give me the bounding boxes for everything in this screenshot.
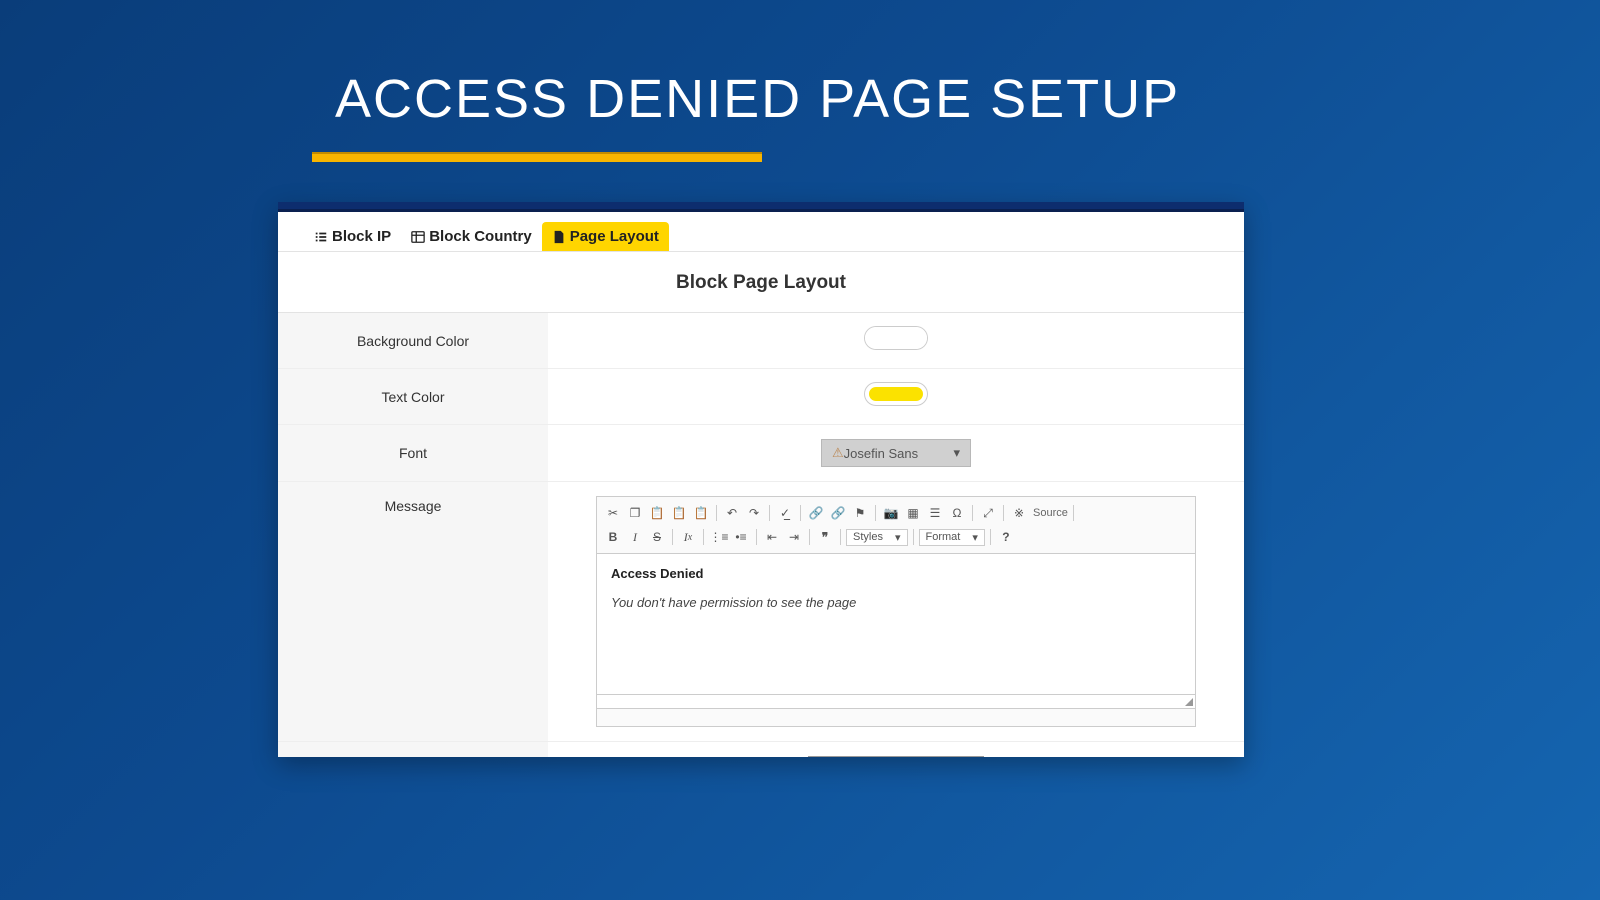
message-label: Message [278, 482, 548, 742]
maximize-icon[interactable]: ⤢ [978, 503, 998, 523]
panel-topbar [278, 202, 1244, 212]
indent-icon[interactable]: ⇥ [784, 527, 804, 547]
paste-icon[interactable]: 📋 [647, 503, 667, 523]
table-icon[interactable]: ▦ [903, 503, 923, 523]
warning-icon: ⚠ [832, 445, 844, 461]
file-picker[interactable]: Choose File No file chosen [808, 756, 983, 757]
specialchar-icon[interactable]: Ω [947, 503, 967, 523]
editor-footer [597, 694, 1195, 708]
tab-block-ip[interactable]: Block IP [304, 222, 401, 251]
tab-label: Block IP [332, 228, 391, 245]
source-label[interactable]: Source [1033, 507, 1068, 519]
tabs: Block IP Block Country Page Layout [278, 212, 1244, 252]
row-bg-image: Background Image(1600x900) Choose File N… [278, 742, 1244, 758]
tab-page-layout[interactable]: Page Layout [542, 222, 669, 251]
document-icon [552, 230, 566, 244]
tab-block-country[interactable]: Block Country [401, 222, 542, 251]
bg-color-swatch[interactable] [865, 327, 927, 349]
chevron-down-icon: ▾ [972, 531, 978, 544]
tab-label: Page Layout [570, 228, 659, 245]
cut-icon[interactable]: ✂ [603, 503, 623, 523]
list-icon [314, 230, 328, 244]
text-color-label: Text Color [278, 369, 548, 425]
styles-combo[interactable]: Styles▾ [846, 529, 908, 546]
chevron-down-icon: ▾ [895, 531, 901, 544]
row-text-color: Text Color [278, 369, 1244, 425]
row-font: Font ⚠ Josefin Sans ▾ [278, 425, 1244, 482]
blockquote-icon[interactable]: ❞ [815, 527, 835, 547]
undo-icon[interactable]: ↶ [722, 503, 742, 523]
settings-panel: Block IP Block Country Page Layout Block… [278, 202, 1244, 757]
editor-toolbar: ✂ ❐ 📋 📋 📋 ↶ ↷ ✓̲ 🔗 🔗 [597, 497, 1195, 554]
row-bg-color: Background Color [278, 313, 1244, 369]
anchor-icon[interactable]: ⚑ [850, 503, 870, 523]
removeformat-icon[interactable]: Ix [678, 527, 698, 547]
message-body-text: You don't have permission to see the pag… [611, 595, 1181, 610]
link-icon[interactable]: 🔗 [806, 503, 826, 523]
text-color-swatch[interactable] [865, 383, 927, 405]
section-title: Block Page Layout [278, 252, 1244, 313]
grid-icon [411, 230, 425, 244]
italic-icon[interactable]: I [625, 527, 645, 547]
paste-word-icon[interactable]: 📋 [691, 503, 711, 523]
redo-icon[interactable]: ↷ [744, 503, 764, 523]
resize-handle-icon[interactable] [1185, 698, 1193, 706]
format-combo[interactable]: Format▾ [919, 529, 985, 546]
form-table: Background Color Text Color Font ⚠ Josef… [278, 313, 1244, 757]
editor-body[interactable]: Access Denied You don't have permission … [597, 554, 1195, 694]
hr-icon[interactable]: ☰ [925, 503, 945, 523]
bullet-list-icon[interactable]: •≡ [731, 527, 751, 547]
outdent-icon[interactable]: ⇤ [762, 527, 782, 547]
help-icon[interactable]: ? [996, 527, 1016, 547]
page-title: ACCESS DENIED PAGE SETUP [335, 68, 1180, 130]
bold-icon[interactable]: B [603, 527, 623, 547]
chevron-down-icon: ▾ [953, 445, 960, 461]
unlink-icon[interactable]: 🔗 [828, 503, 848, 523]
bg-image-label: Background Image(1600x900) [278, 742, 548, 758]
editor-path-bar [596, 709, 1196, 727]
source-icon[interactable]: ※ [1009, 503, 1029, 523]
font-select[interactable]: ⚠ Josefin Sans ▾ [821, 439, 971, 467]
font-label: Font [278, 425, 548, 482]
bg-color-label: Background Color [278, 313, 548, 369]
numbered-list-icon[interactable]: ⋮≡ [709, 527, 729, 547]
font-value: Josefin Sans [844, 446, 918, 461]
spellcheck-icon[interactable]: ✓̲ [775, 503, 795, 523]
message-title-text: Access Denied [611, 566, 1181, 581]
image-icon[interactable]: 📷 [881, 503, 901, 523]
rich-text-editor: ✂ ❐ 📋 📋 📋 ↶ ↷ ✓̲ 🔗 🔗 [596, 496, 1196, 709]
copy-icon[interactable]: ❐ [625, 503, 645, 523]
tab-label: Block Country [429, 228, 532, 245]
paste-text-icon[interactable]: 📋 [669, 503, 689, 523]
title-underline [312, 152, 762, 162]
row-message: Message ✂ ❐ 📋 📋 📋 ↶ ↷ [278, 482, 1244, 742]
strike-icon[interactable]: S [647, 527, 667, 547]
